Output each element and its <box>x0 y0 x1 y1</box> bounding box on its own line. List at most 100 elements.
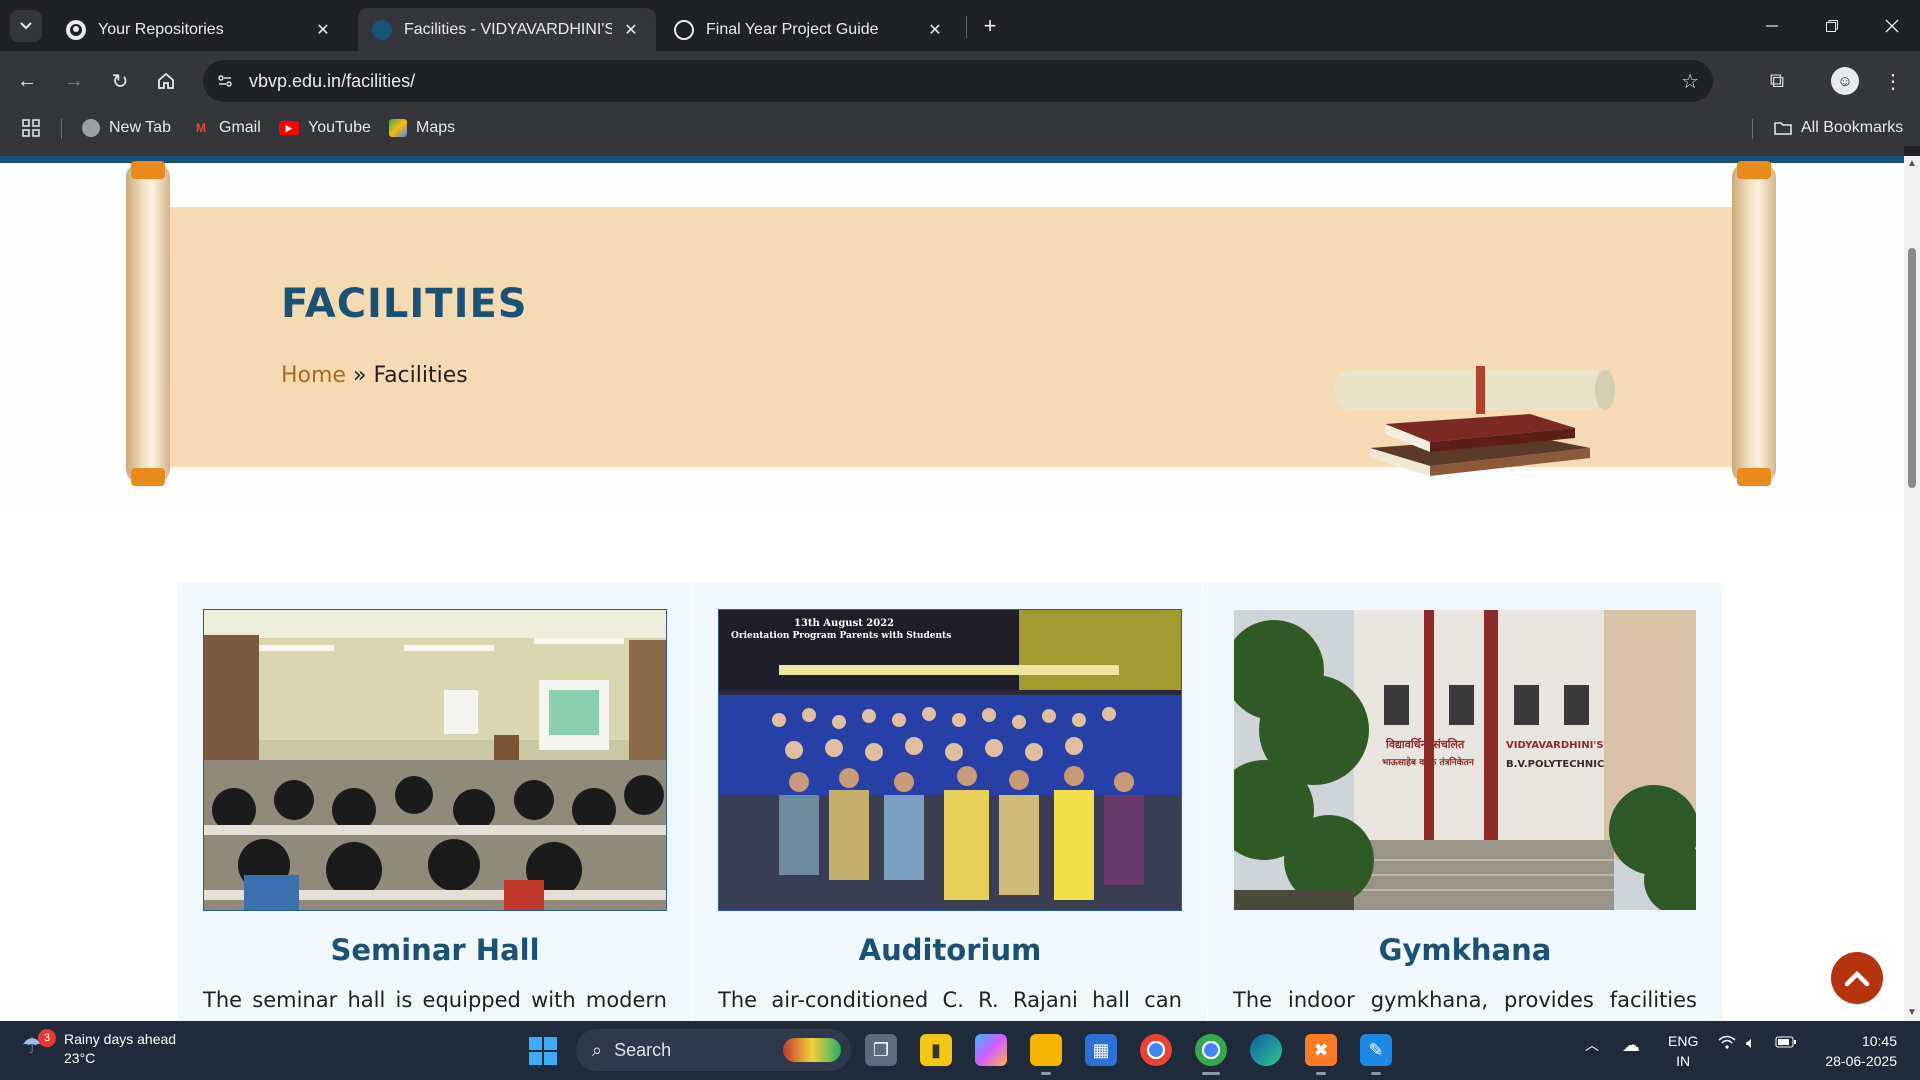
bookmark-youtube[interactable]: ▶ YouTube <box>279 116 371 140</box>
home-button[interactable] <box>149 64 183 98</box>
close-window-button[interactable] <box>1868 0 1916 51</box>
restore-icon <box>1826 19 1838 32</box>
facility-description: The seminar hall is equipped with modern <box>203 988 667 1012</box>
chrome-profile-app[interactable] <box>1195 1034 1227 1075</box>
xampp-app[interactable]: ✖ <box>1305 1034 1337 1075</box>
new-tab-button[interactable]: + <box>976 12 1004 40</box>
url-text: vbvp.edu.in/facilities/ <box>249 70 416 91</box>
all-bookmarks-button[interactable]: All Bookmarks <box>1774 116 1903 140</box>
scroll-cap <box>131 161 165 179</box>
tab-final-year-project-guide[interactable]: Final Year Project Guide ✕ <box>660 8 960 51</box>
tab-facilities[interactable]: Facilities - VIDYAVARDHINI'S BHAUSAHEB V… <box>358 8 656 51</box>
start-button[interactable] <box>529 1037 557 1065</box>
page-banner: FACILITIES Home » Facilities <box>0 161 1904 513</box>
minimize-icon <box>1766 24 1778 27</box>
search-icon: ⌕ <box>592 1039 603 1060</box>
system-clock[interactable]: 10:45 28-06-2025 <box>1825 1031 1897 1071</box>
task-view-button[interactable]: ❐ <box>865 1034 897 1066</box>
extensions-button[interactable]: ⧉ <box>1760 64 1794 98</box>
bookmark-maps[interactable]: Maps <box>389 116 455 140</box>
breadcrumb-home-link[interactable]: Home <box>281 363 346 388</box>
paint-icon: ✎ <box>1368 1039 1384 1060</box>
address-bar[interactable]: vbvp.edu.in/facilities/ ☆ <box>203 60 1713 102</box>
bookmark-label: Gmail <box>219 119 261 136</box>
reload-button[interactable]: ↻ <box>103 64 137 98</box>
clock-time: 10:45 <box>1861 1033 1897 1049</box>
minimize-button[interactable] <box>1748 0 1796 51</box>
scrollbar-thumb[interactable] <box>1908 248 1916 488</box>
facility-card-auditorium: 13th August 2022 Orientation Program Par… <box>693 583 1207 1021</box>
bookmark-gmail[interactable]: M Gmail <box>192 116 261 140</box>
input-language[interactable]: ENG IN <box>1668 1031 1698 1071</box>
breadcrumb: Home » Facilities <box>281 363 468 388</box>
facility-title: Gymkhana <box>1378 933 1552 967</box>
paint-app[interactable]: ✎ <box>1360 1034 1392 1075</box>
rain-cloud-icon: ☂ 3 <box>22 1029 56 1065</box>
scroll-cap <box>1737 468 1771 486</box>
microsoft-store-app[interactable]: ▦ <box>1085 1034 1117 1066</box>
weather-title: Rainy days ahead <box>64 1031 177 1047</box>
weather-temperature: 23°C <box>64 1050 96 1066</box>
chevron-down-icon <box>20 22 32 30</box>
page-scrollbar[interactable]: ▲ ▼ <box>1904 156 1920 1021</box>
scroll-up-arrow-icon[interactable]: ▲ <box>1907 159 1917 169</box>
globe-icon <box>82 119 100 137</box>
tab-search-button[interactable] <box>10 10 42 42</box>
tab-separator <box>966 16 967 38</box>
taskbar-search[interactable]: ⌕ Search <box>576 1029 851 1071</box>
profile-avatar[interactable]: ☺ <box>1831 67 1859 95</box>
apps-button[interactable] <box>22 116 40 140</box>
chatgpt-icon <box>674 19 694 40</box>
copilot-app[interactable] <box>975 1034 1007 1066</box>
close-tab-icon[interactable]: ✕ <box>924 19 946 41</box>
back-button[interactable]: ← <box>10 64 44 98</box>
chevron-up-icon <box>1844 970 1870 987</box>
clock-date: 28-06-2025 <box>1825 1053 1897 1069</box>
back-to-top-button[interactable] <box>1831 952 1883 1004</box>
kebab-menu-icon: ⋮ <box>1883 70 1903 93</box>
onedrive-icon[interactable]: ☁ <box>1622 1035 1640 1056</box>
tab-your-repositories[interactable]: Your Repositories ✕ <box>52 8 348 51</box>
site-info-icon[interactable] <box>211 67 239 95</box>
restore-button[interactable] <box>1808 0 1856 51</box>
forward-button[interactable]: → <box>57 64 91 98</box>
seminar-hall-photo <box>203 609 667 911</box>
xampp-icon: ✖ <box>1313 1039 1329 1060</box>
file-explorer-app[interactable] <box>1030 1034 1062 1075</box>
battery-icon[interactable] <box>1775 1035 1797 1051</box>
task-view-icon: ❐ <box>872 1039 890 1060</box>
bookmarks-bar: New Tab M Gmail ▶ YouTube Maps All Bookm… <box>0 110 1920 146</box>
reload-icon: ↻ <box>111 70 129 93</box>
weather-widget[interactable]: ☂ 3 Rainy days ahead 23°C <box>22 1029 177 1068</box>
show-hidden-icons-button[interactable]: ︿ <box>1585 1035 1599 1055</box>
edge-app[interactable] <box>1250 1034 1282 1066</box>
notification-badge: 3 <box>38 1029 56 1047</box>
breadcrumb-separator: » <box>352 363 367 388</box>
facility-description: The air-conditioned C. R. Rajani hall ca… <box>718 988 1182 1012</box>
scroll-down-arrow-icon[interactable]: ▼ <box>1907 1008 1917 1018</box>
search-label: Search <box>614 1039 672 1060</box>
windows-taskbar: ☂ 3 Rainy days ahead 23°C ⌕ Search ❐ ▮ ▦… <box>0 1021 1920 1080</box>
avatar-icon: ☺ <box>1837 72 1853 90</box>
bookmark-new-tab[interactable]: New Tab <box>82 116 171 140</box>
close-icon <box>1885 19 1899 32</box>
page-top-shadow <box>0 146 1904 156</box>
close-tab-icon[interactable]: ✕ <box>620 19 642 41</box>
facility-title: Auditorium <box>858 933 1042 967</box>
folder-icon <box>1774 119 1792 137</box>
browser-toolbar: ← → ↻ vbvp.edu.in/facilities/ ☆ ⧉ ☺ ⋮ <box>0 51 1920 110</box>
tab-title: Your Repositories <box>98 20 224 38</box>
volume-icon[interactable]: 🔈︎ <box>1746 1035 1756 1053</box>
auditorium-photo: 13th August 2022 Orientation Program Par… <box>718 609 1182 911</box>
bookmark-star-icon[interactable]: ☆ <box>1681 69 1699 94</box>
power-bi-app[interactable]: ▮ <box>920 1034 952 1066</box>
arrow-right-icon: → <box>64 69 84 92</box>
youtube-icon: ▶ <box>279 121 299 135</box>
close-tab-icon[interactable]: ✕ <box>312 19 334 41</box>
menu-button[interactable]: ⋮ <box>1876 64 1910 98</box>
all-bookmarks-label: All Bookmarks <box>1801 119 1904 136</box>
sign-marathi-line1: विद्यावर्धिनी संचलित <box>1385 737 1465 751</box>
chrome-app[interactable] <box>1140 1034 1172 1066</box>
arrow-left-icon: ← <box>17 69 37 92</box>
wifi-icon[interactable] <box>1718 1035 1736 1052</box>
